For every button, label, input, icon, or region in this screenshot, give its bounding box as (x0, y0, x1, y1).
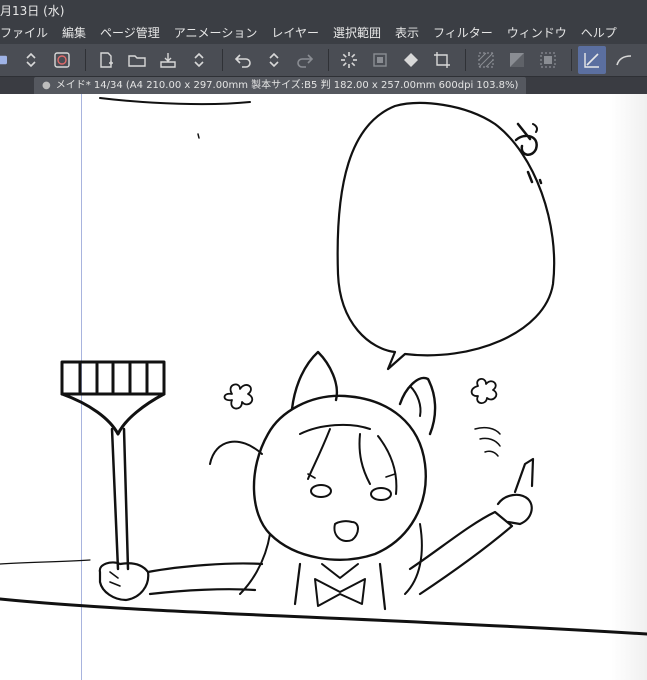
undo-icon[interactable] (229, 46, 257, 74)
crop-icon[interactable] (428, 46, 456, 74)
up-down-stepper-icon[interactable] (17, 46, 45, 74)
document-tab[interactable]: ● メイド* 14/34 (A4 210.00 x 297.00mm 製本サイズ:… (34, 77, 527, 94)
transform-icon[interactable] (366, 46, 394, 74)
menu-filter[interactable]: フィルター (426, 22, 500, 44)
loading-spinner-icon[interactable] (335, 46, 363, 74)
menu-bar: ファイル 編集 ページ管理 アニメーション レイヤー 選択範囲 表示 フィルター… (0, 22, 647, 44)
menu-file[interactable]: ファイル (0, 22, 55, 44)
toolbar-divider (571, 49, 572, 71)
up-down-stepper-icon[interactable] (260, 46, 288, 74)
toolbar-divider (465, 49, 466, 71)
toolbar-divider (222, 49, 223, 71)
hatch-icon[interactable] (472, 46, 500, 74)
new-page-icon[interactable] (92, 46, 120, 74)
snap-ruler-icon[interactable] (578, 46, 606, 74)
menu-help[interactable]: ヘルプ (574, 22, 624, 44)
sketch-illustration (0, 97, 647, 636)
command-bar (0, 44, 647, 77)
document-tab-label: メイド* 14/34 (A4 210.00 x 297.00mm 製本サイズ:B… (55, 80, 519, 91)
toolbar-divider (328, 49, 329, 71)
ruler-circle-icon[interactable] (48, 46, 76, 74)
broom-handle (110, 427, 130, 571)
floor-line (0, 597, 647, 636)
left-eye (310, 484, 332, 498)
pen-tool-icon[interactable] (0, 46, 14, 74)
menu-edit[interactable]: 編集 (55, 22, 93, 44)
menu-view[interactable]: 表示 (388, 22, 426, 44)
brush-curve-icon[interactable] (609, 46, 637, 74)
flower-left (223, 383, 254, 410)
title-date: 月13日 (水) (0, 4, 65, 18)
right-eye (370, 487, 392, 501)
drawing-canvas[interactable]: お! (0, 94, 647, 680)
mouth (333, 520, 359, 542)
toolbar-divider (85, 49, 86, 71)
open-folder-icon[interactable] (123, 46, 151, 74)
menu-layer[interactable]: レイヤー (264, 22, 326, 44)
up-down-stepper-icon[interactable] (185, 46, 213, 74)
speech-balloon (336, 101, 556, 371)
menu-selection[interactable]: 選択範囲 (326, 22, 388, 44)
flower-right (470, 378, 498, 404)
bow-tie (314, 578, 366, 607)
document-tab-bar: ● メイド* 14/34 (A4 210.00 x 297.00mm 製本サイズ:… (0, 77, 647, 94)
fill-bucket-icon[interactable] (397, 46, 425, 74)
layer-color-icon[interactable] (503, 46, 531, 74)
unsaved-dot-icon: ● (42, 80, 51, 91)
selection-fill-icon[interactable] (534, 46, 562, 74)
redo-icon[interactable] (291, 46, 319, 74)
save-icon[interactable] (154, 46, 182, 74)
menu-animation[interactable]: アニメーション (167, 22, 265, 44)
character-head (252, 394, 427, 561)
window-titlebar: 月13日 (水) (0, 0, 647, 22)
menu-window[interactable]: ウィンドウ (500, 22, 574, 44)
menu-page-management[interactable]: ページ管理 (93, 22, 167, 44)
